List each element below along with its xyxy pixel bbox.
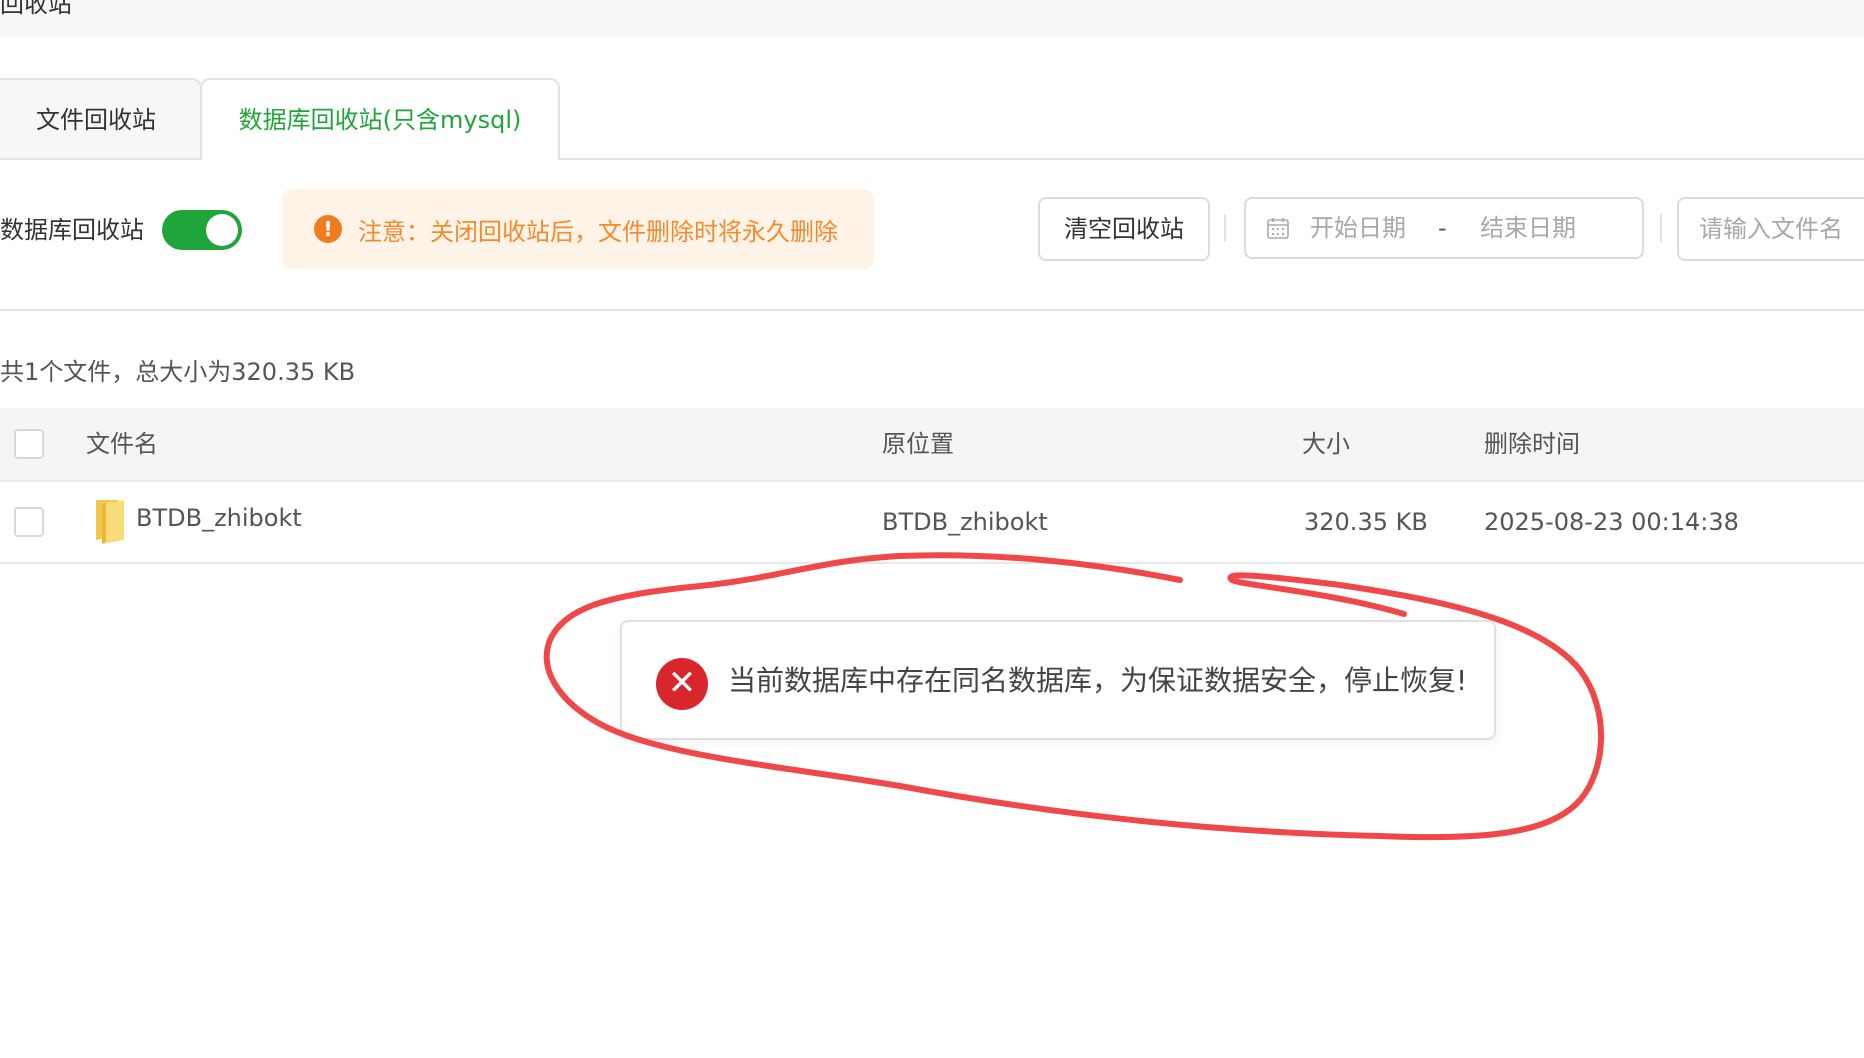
clear-recycle-button[interactable]: 清空回收站 bbox=[1038, 197, 1210, 261]
column-header-deleted-time[interactable]: 删除时间 bbox=[1484, 408, 1580, 480]
row-size: 320.35 KB bbox=[1304, 508, 1428, 536]
folder-icon bbox=[96, 500, 124, 544]
error-icon: ✕ bbox=[656, 658, 708, 710]
recycle-toggle[interactable] bbox=[162, 210, 242, 250]
toggle-knob bbox=[206, 214, 238, 246]
table-row[interactable]: BTDB_zhibokt BTDB_zhibokt 320.35 KB 2025… bbox=[0, 482, 1864, 564]
database-recycle-label: 数据库回收站 bbox=[0, 216, 144, 244]
notice-text: 注意：关闭回收站后，文件删除时将永久删除 bbox=[358, 217, 838, 246]
toolbar-separator bbox=[0, 309, 1864, 311]
start-date-input[interactable]: 开始日期 bbox=[1310, 199, 1406, 257]
warning-icon: ! bbox=[314, 215, 342, 243]
row-location: BTDB_zhibokt bbox=[882, 508, 1048, 536]
toolbar-divider bbox=[1224, 214, 1226, 242]
filename-search-input[interactable]: 请输入文件名 bbox=[1677, 197, 1864, 261]
tab-bar: 文件回收站 数据库回收站(只含mysql) bbox=[0, 78, 1864, 160]
row-filename[interactable]: BTDB_zhibokt bbox=[136, 482, 302, 554]
row-deleted-time: 2025-08-23 00:14:38 bbox=[1484, 508, 1739, 536]
warning-notice: ! 注意：关闭回收站后，文件删除时将永久删除 bbox=[282, 189, 874, 269]
column-header-location[interactable]: 原位置 bbox=[882, 408, 954, 480]
column-header-size[interactable]: 大小 bbox=[1302, 408, 1350, 480]
error-toast: ✕ 当前数据库中存在同名数据库，为保证数据安全，停止恢复! bbox=[620, 620, 1496, 740]
end-date-input[interactable]: 结束日期 bbox=[1480, 199, 1576, 257]
row-checkbox[interactable] bbox=[14, 507, 44, 537]
title-strip: 回收站 bbox=[0, 0, 1864, 38]
tab-database-recycle[interactable]: 数据库回收站(只含mysql) bbox=[200, 78, 560, 160]
calendar-icon bbox=[1267, 218, 1289, 239]
page-title: 回收站 bbox=[0, 0, 72, 18]
table-header: 文件名 原位置 大小 删除时间 bbox=[0, 408, 1864, 482]
error-message: 当前数据库中存在同名数据库，为保证数据安全，停止恢复! bbox=[728, 664, 1468, 697]
tab-file-recycle[interactable]: 文件回收站 bbox=[0, 78, 202, 158]
toolbar-divider bbox=[1660, 214, 1662, 242]
date-range-picker[interactable]: 开始日期 - 结束日期 bbox=[1244, 197, 1644, 259]
date-separator: - bbox=[1438, 214, 1447, 242]
recycle-bin-page: 回收站 文件回收站 数据库回收站(只含mysql) 数据库回收站 ! 注意：关闭… bbox=[0, 0, 1864, 1058]
file-summary: 共1个文件，总大小为320.35 KB bbox=[0, 358, 356, 386]
column-header-filename[interactable]: 文件名 bbox=[86, 408, 158, 480]
select-all-checkbox[interactable] bbox=[14, 429, 44, 459]
